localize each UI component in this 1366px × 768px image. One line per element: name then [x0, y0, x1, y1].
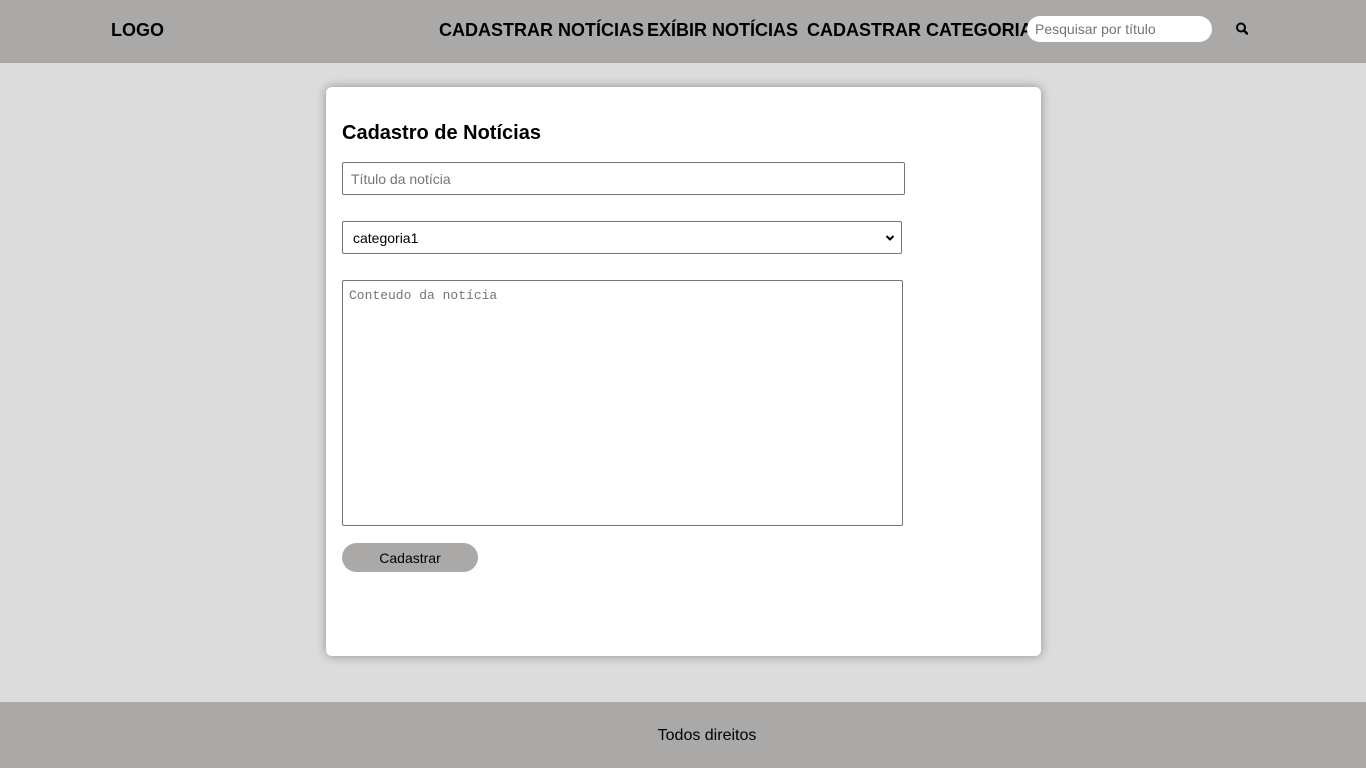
search-button[interactable] [1232, 19, 1252, 39]
search-icon [1236, 22, 1249, 35]
nav-cadastrar-categoria[interactable]: CADASTRAR CATEGORIA [807, 20, 1033, 40]
logo[interactable]: LOGO [111, 20, 164, 40]
news-form-card: Cadastro de Notícias categoria1 Cadastra… [326, 87, 1041, 656]
news-title-input[interactable] [342, 162, 905, 195]
news-content-textarea[interactable] [342, 280, 903, 526]
submit-button[interactable]: Cadastrar [342, 543, 478, 572]
nav-cadastrar-noticias[interactable]: CADASTRAR NOTÍCIAS [439, 20, 644, 40]
footer: Todos direitos [0, 702, 1366, 768]
footer-text: Todos direitos [657, 727, 757, 744]
header: LOGO CADASTRAR NOTÍCIAS EXÍBIR NOTÍCIAS … [0, 0, 1366, 63]
chevron-down-icon [885, 235, 895, 241]
category-select[interactable]: categoria1 [342, 221, 902, 254]
category-selected-value: categoria1 [353, 229, 419, 246]
form-title: Cadastro de Notícias [342, 122, 541, 144]
search-input[interactable] [1027, 16, 1212, 42]
nav-exibir-noticias[interactable]: EXÍBIR NOTÍCIAS [647, 20, 798, 40]
